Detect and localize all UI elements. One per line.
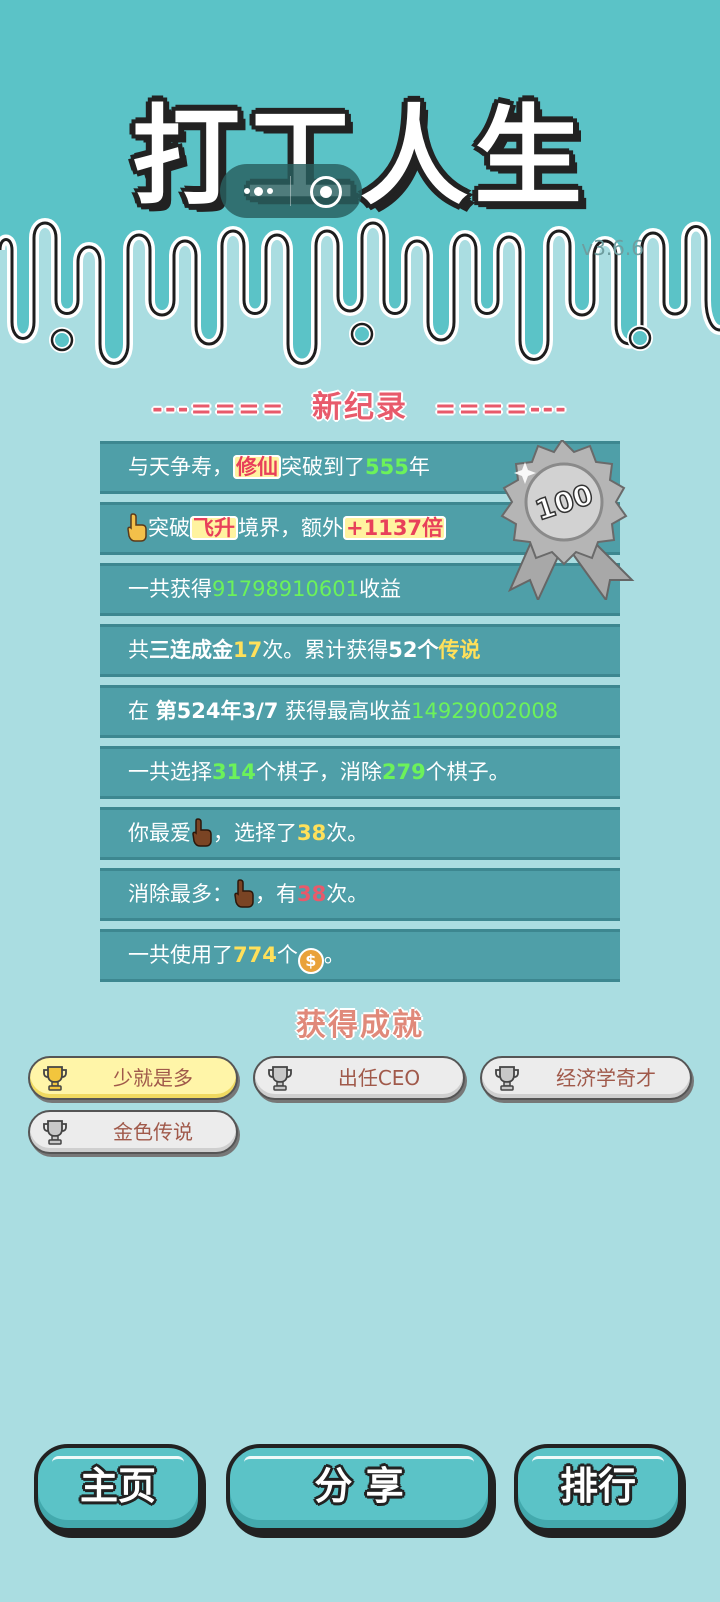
stat-row-coins: 一共使用了774个 $。	[100, 929, 620, 982]
capsule-divider	[290, 176, 291, 206]
coin-icon: $	[297, 948, 324, 974]
trophy-icon	[495, 1066, 519, 1091]
new-record-heading: ---==== 新纪录 ====---	[152, 390, 568, 425]
miniprogram-capsule[interactable]	[220, 164, 362, 218]
achievement-badge[interactable]: 出任CEO	[253, 1056, 465, 1100]
stat-row-most-eliminated: 消除最多： ，有38次。	[100, 868, 620, 921]
trophy-icon	[268, 1066, 292, 1091]
pointing-hand-dark-icon	[192, 818, 212, 847]
trophy-icon	[43, 1120, 67, 1145]
home-button[interactable]: 主页	[34, 1444, 202, 1532]
header-banner: 打工人生 v3.6.6	[0, 0, 720, 380]
trophy-icon	[43, 1066, 67, 1091]
stat-row-best-income: 在 第524年3/7 获得最高收益14929002008	[100, 685, 620, 738]
pointing-hand-dark-icon	[234, 879, 254, 908]
pointing-hand-icon	[127, 513, 147, 542]
stat-row-favorite: 你最爱 ，选择了38次。	[100, 807, 620, 860]
share-button[interactable]: 分 享	[226, 1444, 492, 1532]
stat-row-triple-gold: 共三连成金17次。累计获得52个传说	[100, 624, 620, 677]
game-title: 打工人生	[131, 95, 588, 220]
rosette-badge-icon: 100	[500, 440, 635, 600]
stat-row-pieces: 一共选择314个棋子，消除279个棋子。	[100, 746, 620, 799]
rank-button[interactable]: 排行	[514, 1444, 682, 1532]
achievement-badge[interactable]: 经济学奇才	[480, 1056, 692, 1100]
close-target-icon[interactable]	[310, 176, 342, 208]
more-icon[interactable]	[238, 182, 278, 200]
version-label: v3.6.6	[581, 236, 644, 260]
achievement-badge[interactable]: 金色传说	[28, 1110, 238, 1154]
achievements-heading: 获得成就	[296, 1008, 424, 1043]
achievement-badge[interactable]: 少就是多	[28, 1056, 238, 1100]
